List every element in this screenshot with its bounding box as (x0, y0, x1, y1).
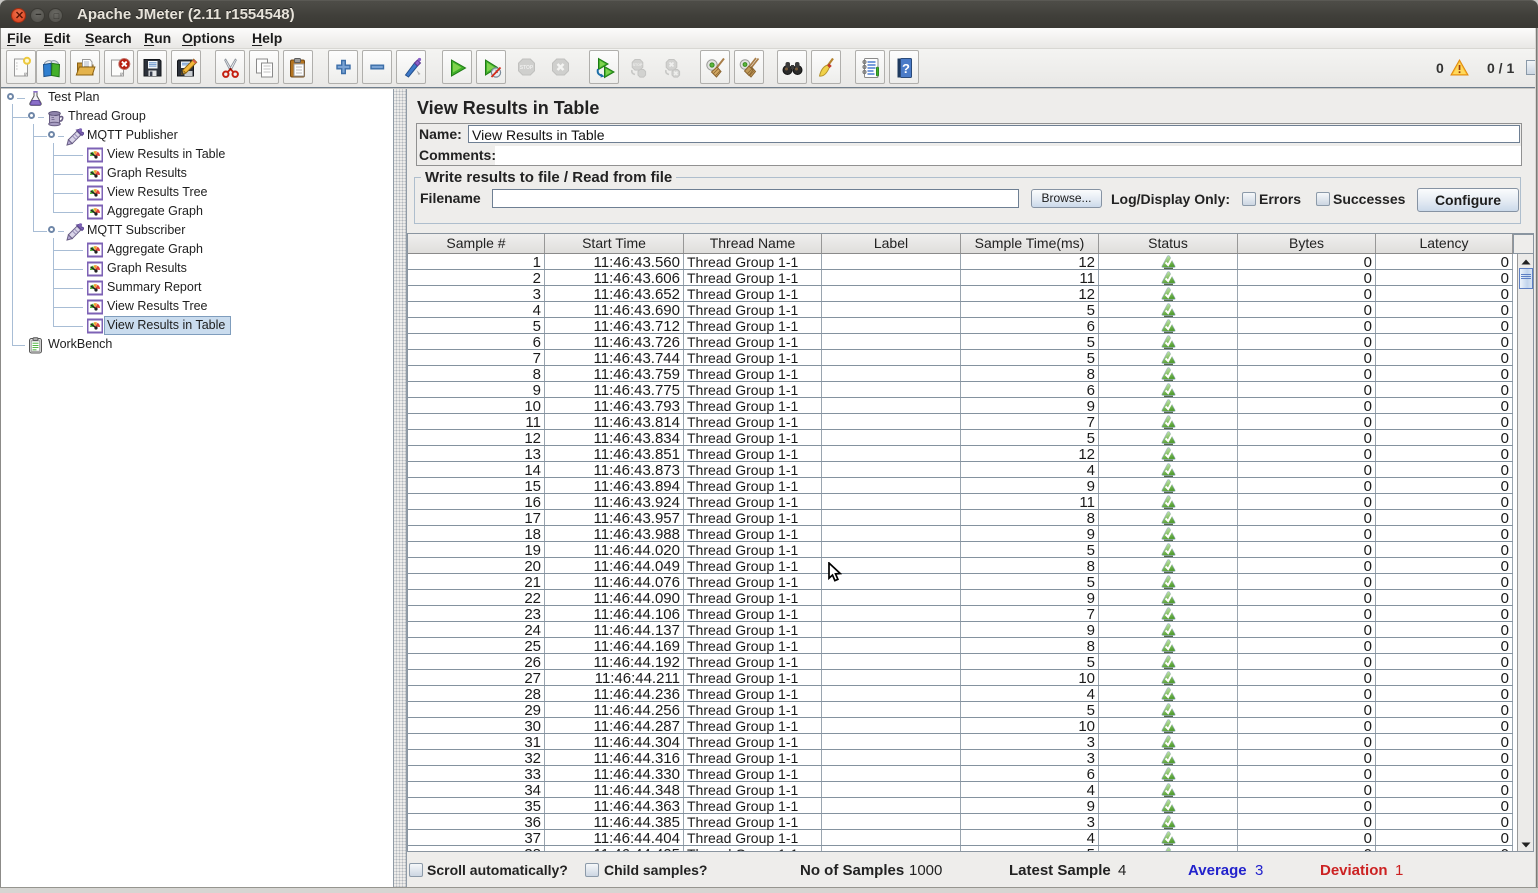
svg-text:STOP: STOP (520, 65, 534, 71)
svg-text:STOP: STOP (633, 63, 643, 67)
svg-text:?: ? (902, 61, 910, 76)
